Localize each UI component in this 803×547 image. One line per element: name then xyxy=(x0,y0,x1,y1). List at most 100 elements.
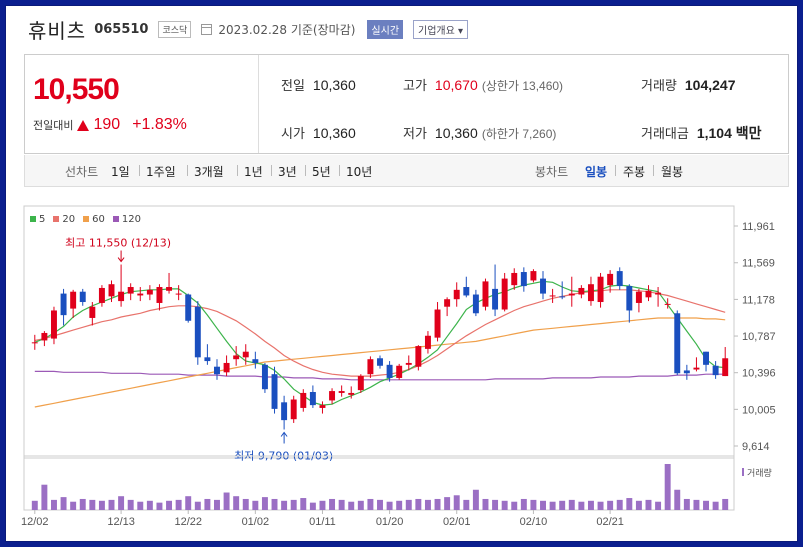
candle-body xyxy=(568,293,575,296)
candle-body xyxy=(127,287,134,294)
candle-body xyxy=(175,293,182,295)
candle-body xyxy=(693,367,700,370)
volume-bar xyxy=(242,498,249,510)
volume-bar xyxy=(703,500,709,510)
volume-bar xyxy=(166,500,173,510)
volume-bar xyxy=(252,500,259,510)
volume-bar xyxy=(520,498,527,510)
candle-body xyxy=(674,313,681,374)
candle-body xyxy=(31,342,38,344)
y-tick-label: 10,396 xyxy=(742,368,776,380)
volume-bar xyxy=(453,495,460,510)
candle-body xyxy=(137,293,144,296)
candle-body xyxy=(434,309,441,338)
volume-bar xyxy=(722,498,729,510)
candle-body xyxy=(79,291,86,303)
volume-bar xyxy=(578,501,585,510)
y-tick-label: 10,787 xyxy=(742,331,776,343)
volume-bar xyxy=(223,492,230,510)
y-tick-label: 9,614 xyxy=(742,441,770,453)
volume-bar xyxy=(712,501,719,510)
candle-body xyxy=(319,405,326,408)
volume-bar xyxy=(300,498,307,510)
candle-body xyxy=(51,310,57,339)
candle-body xyxy=(559,296,566,298)
candle-body xyxy=(60,293,67,316)
volume-bar xyxy=(655,501,662,510)
volume-bar xyxy=(175,499,182,510)
candle-body xyxy=(367,359,374,375)
x-tick-label: 01/11 xyxy=(309,516,336,528)
volume-bar xyxy=(185,496,192,510)
volume-bar xyxy=(309,502,316,510)
x-tick-label: 02/10 xyxy=(520,516,548,528)
candle-body xyxy=(357,376,364,391)
volume-bar xyxy=(568,499,575,510)
volume-bar xyxy=(51,499,57,510)
candle-body xyxy=(607,273,614,286)
candle-body xyxy=(424,335,431,349)
candle-body xyxy=(329,391,336,401)
candle-body xyxy=(377,358,383,366)
candle-body xyxy=(156,287,163,303)
volume-bar xyxy=(616,499,623,510)
volume-bar xyxy=(156,502,163,510)
volume-bar xyxy=(434,498,441,510)
candle-body xyxy=(597,276,604,303)
candle-body xyxy=(204,357,211,362)
candle-body xyxy=(655,292,662,295)
candle-body xyxy=(463,287,470,296)
volume-bar xyxy=(540,500,546,510)
y-tick-label: 11,961 xyxy=(742,221,775,233)
volume-bar xyxy=(329,498,336,510)
volume-bar xyxy=(127,499,134,510)
candle-body xyxy=(415,346,422,367)
candle-body xyxy=(492,288,499,310)
volume-legend-label: 거래량 xyxy=(747,467,772,479)
candle-body xyxy=(309,392,316,406)
volume-bar xyxy=(405,499,412,510)
volume-bar xyxy=(530,499,537,510)
volume-bar xyxy=(377,499,383,510)
candle-body xyxy=(540,278,546,294)
volume-bar xyxy=(118,496,125,510)
volume-bar xyxy=(338,499,345,510)
x-tick-label: 01/20 xyxy=(376,516,404,528)
candle-body xyxy=(664,303,671,305)
candle-body xyxy=(118,291,125,302)
volume-bar xyxy=(607,500,614,510)
candle-body xyxy=(453,289,460,300)
candle-body xyxy=(261,364,268,390)
volume-bar xyxy=(41,484,48,510)
candle-body xyxy=(635,291,642,303)
volume-bar xyxy=(396,500,403,510)
x-tick-label: 02/01 xyxy=(443,516,471,528)
volume-bar xyxy=(261,497,268,510)
volume-legend-swatch xyxy=(742,468,744,476)
candle-body xyxy=(233,355,240,360)
candle-body xyxy=(194,306,201,358)
volume-bar xyxy=(664,464,671,510)
candle-body xyxy=(501,278,508,310)
candle-body xyxy=(578,287,585,295)
volume-bar xyxy=(645,499,652,510)
candle-body xyxy=(98,287,105,303)
candle-body xyxy=(290,399,297,420)
volume-bar xyxy=(559,500,566,510)
volume-bar xyxy=(635,500,642,510)
candle-body xyxy=(722,358,729,377)
volume-bar xyxy=(31,500,38,510)
volume-bar xyxy=(587,500,594,510)
volume-bar xyxy=(79,498,86,510)
volume-bar xyxy=(444,497,451,510)
high-annotation: 최고 11,550 (12/13) xyxy=(65,237,171,250)
candle-body xyxy=(166,287,173,291)
volume-bar xyxy=(549,501,556,510)
candle-body xyxy=(89,306,96,318)
candle-body xyxy=(348,392,355,395)
price-chart[interactable]: 11,961 11,569 11,178 10,787 10,396 10,005 9,61… xyxy=(6,6,798,542)
x-tick-label: 02/21 xyxy=(596,516,624,528)
candle-body xyxy=(520,272,527,287)
volume-bar xyxy=(501,500,508,510)
x-tick-label: 01/02 xyxy=(242,516,270,528)
